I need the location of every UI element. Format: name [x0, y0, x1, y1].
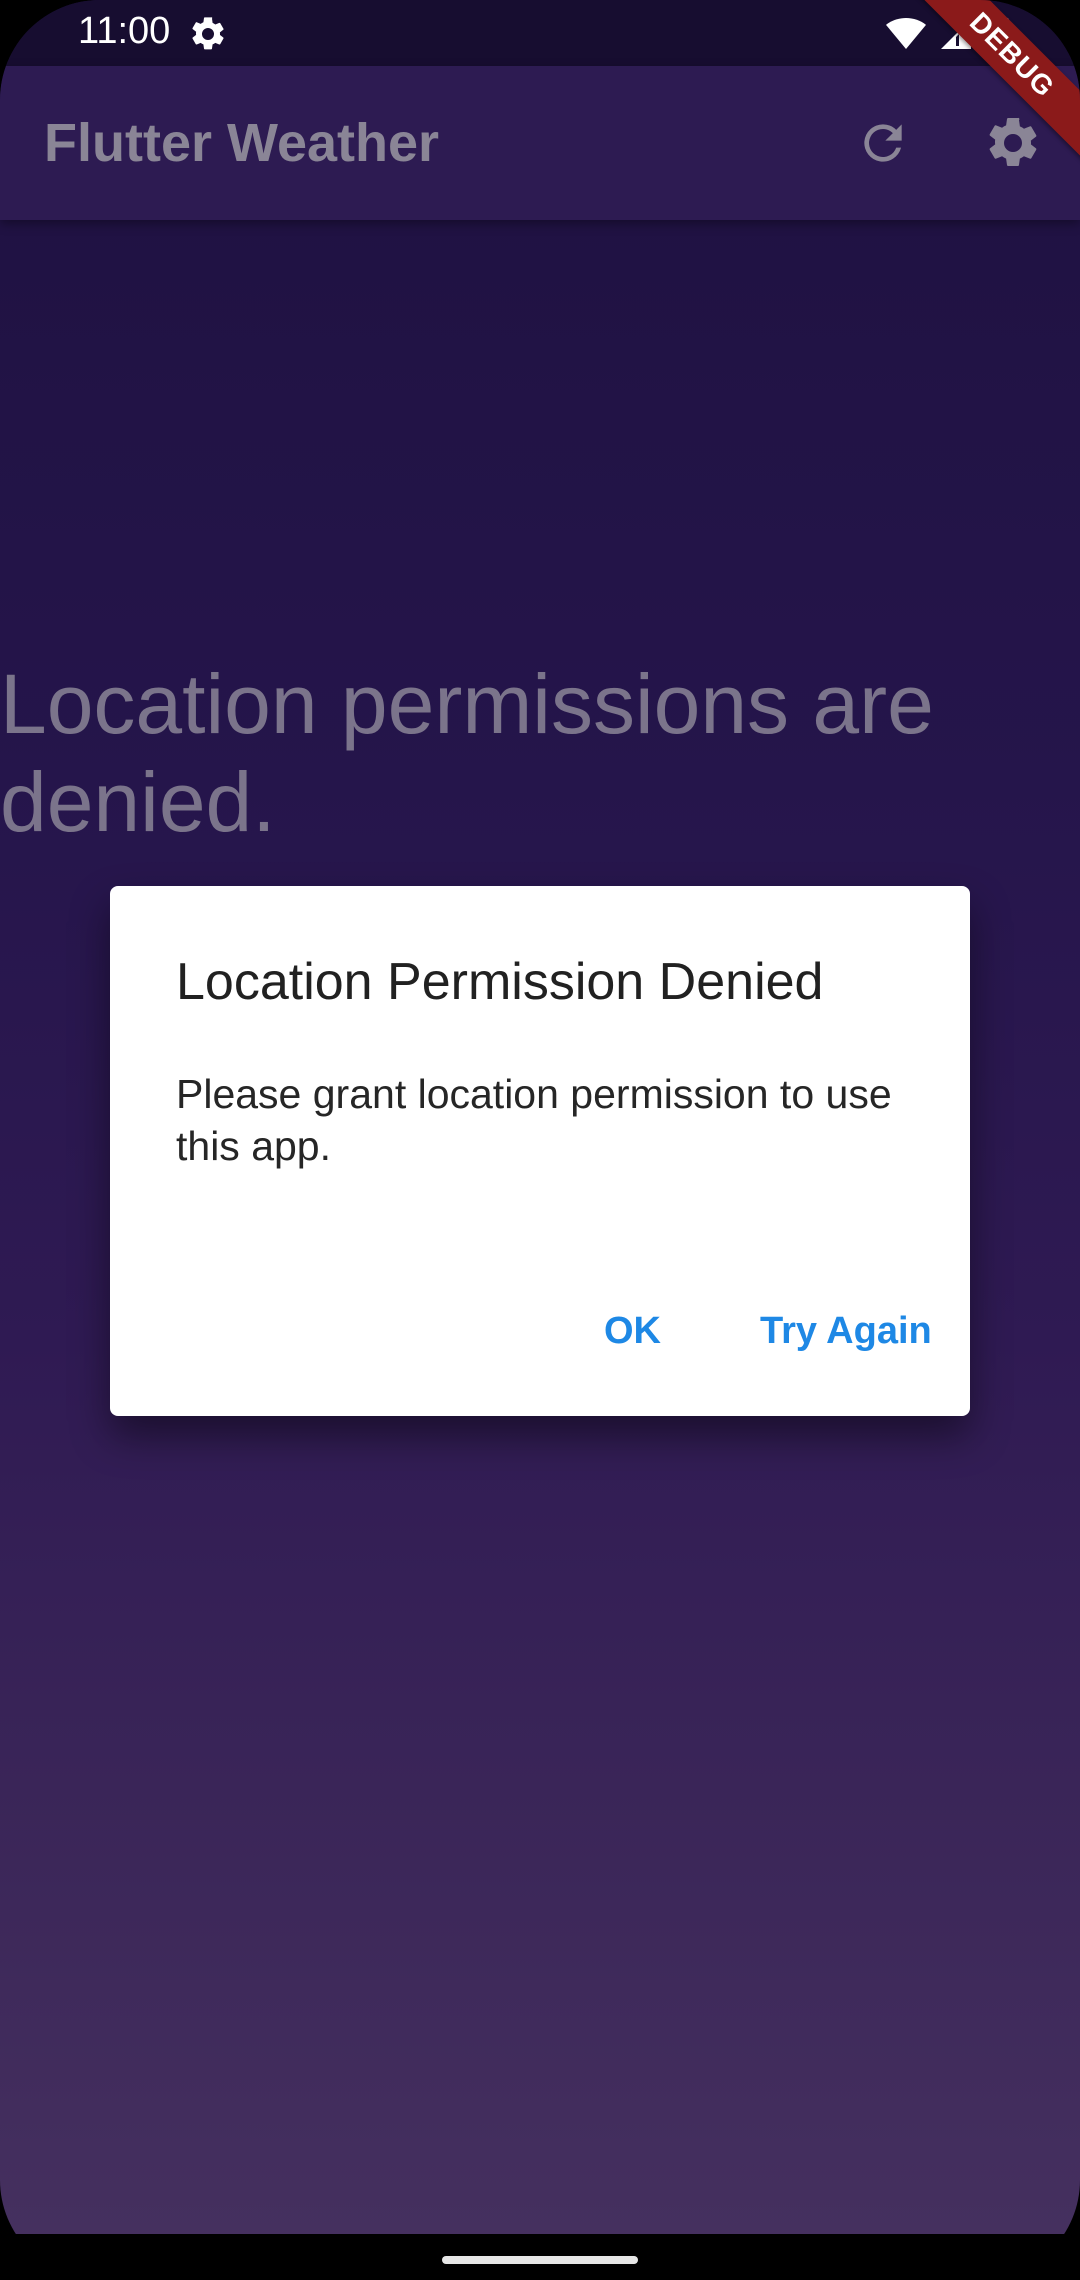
dialog-content: Please grant location permission to use …: [176, 1071, 892, 1169]
screen: 11:00 Flutter Weather Location permissio…: [0, 0, 1080, 2234]
device-frame: 11:00 Flutter Weather Location permissio…: [0, 0, 1080, 2280]
permission-dialog: Location Permission Denied Please grant …: [110, 886, 970, 1416]
dialog-title: Location Permission Denied: [176, 953, 824, 1011]
home-gesture-handle[interactable]: [442, 2256, 638, 2264]
ok-button[interactable]: OK: [588, 1296, 677, 1366]
try-again-button[interactable]: Try Again: [744, 1296, 948, 1366]
